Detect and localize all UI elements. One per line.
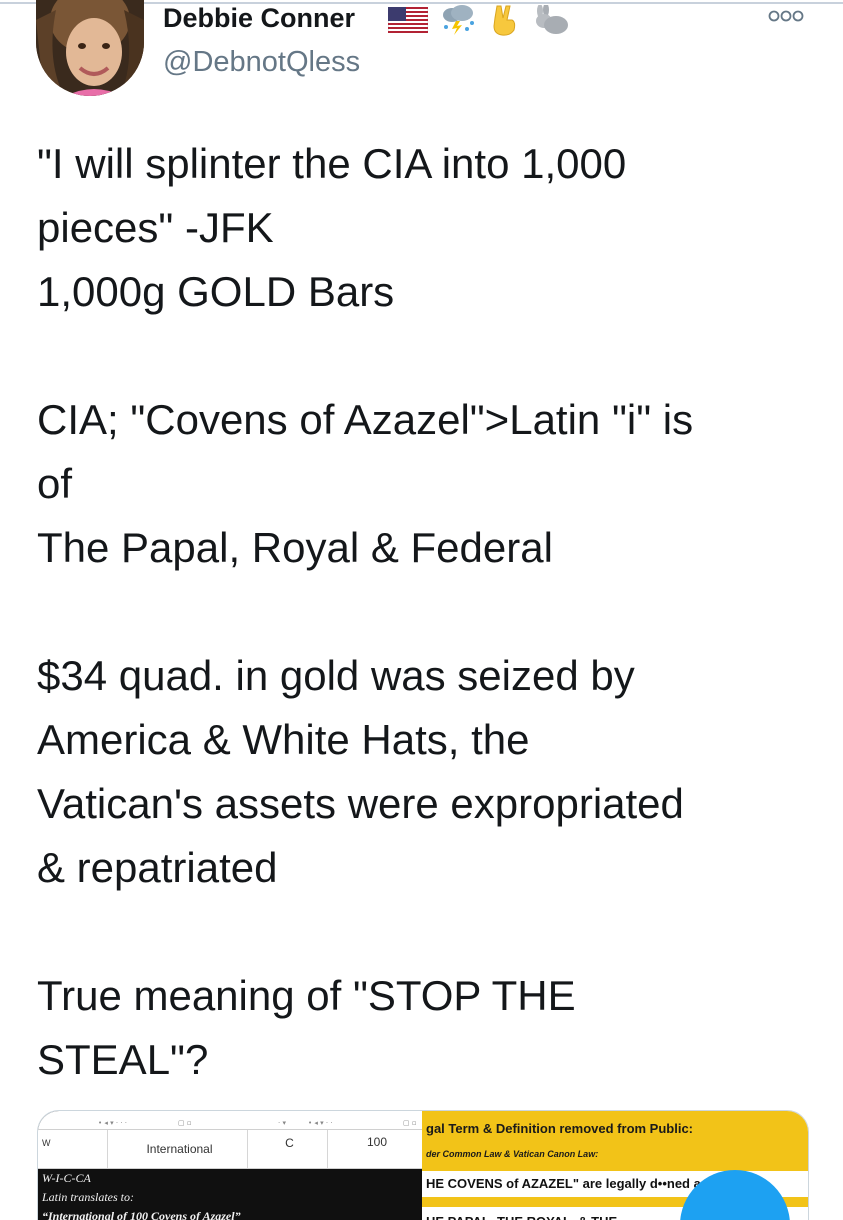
tweet-line: Vatican's assets were expropriated (37, 780, 684, 827)
svg-text:• ◂ ▾ · ·: • ◂ ▾ · · (308, 1119, 333, 1127)
tweet-line: The Papal, Royal & Federal (37, 524, 553, 571)
tweet-line: 1,000g GOLD Bars (37, 268, 395, 315)
author-avatar[interactable] (36, 0, 144, 96)
svg-text:• ◂ ▾ · · ·: • ◂ ▾ · · · (98, 1119, 127, 1127)
svg-text:▢ ▫: ▢ ▫ (403, 1119, 417, 1127)
sheet-cell: C (248, 1130, 328, 1168)
legal-subtitle: der Common Law & Vatican Canon Law: (426, 1149, 599, 1159)
svg-text:· ▾: · ▾ (278, 1119, 286, 1127)
more-options-icon[interactable] (764, 8, 808, 24)
tweet-page: Debbie Conner @DebnotQless "I will splin… (0, 0, 843, 1220)
author-display-name[interactable]: Debbie Conner (163, 2, 355, 34)
name-emojis (388, 4, 568, 36)
spreadsheet-row: W International C 100 (38, 1129, 422, 1169)
author-handle[interactable]: @DebnotQless (163, 45, 360, 79)
tweet-line: True meaning of "STOP THE (37, 972, 576, 1019)
us-flag-icon (388, 7, 428, 33)
tweet-text: "I will splinter the CIA into 1,000 piec… (37, 132, 817, 1092)
wicca-line: Latin translates to: (42, 1190, 135, 1204)
storm-cloud-icon (443, 5, 474, 35)
tweet-line: of (37, 460, 73, 507)
tweet-line: $34 quad. in gold was seized by (37, 652, 635, 699)
tweet-line: "I will splinter the CIA into 1,000 (37, 140, 627, 187)
wicca-line: “International of 100 Covens of Azazel” (42, 1209, 241, 1220)
legal-title: gal Term & Definition removed from Publi… (426, 1121, 694, 1136)
sheet-cell: W (38, 1130, 108, 1168)
victory-hand-icon (493, 5, 516, 36)
wicca-caption: W-I-C-CA Latin translates to: “Internati… (42, 1169, 412, 1220)
tweet-line: & repatriated (37, 844, 278, 891)
wicca-line: W-I-C-CA (42, 1171, 91, 1185)
tweet-line: CIA; "Covens of Azazel">Latin "i" is (37, 396, 694, 443)
sheet-cell: 100 (366, 1135, 388, 1149)
tweet-line: STEAL"? (37, 1036, 209, 1083)
rabbit-icon (536, 5, 568, 34)
media-left-panel: • ◂ ▾ · · · ▢ ▫ · ▾ • ◂ ▾ · · ▢ ▫ W Inte… (38, 1111, 422, 1220)
avatar-photo (36, 0, 144, 96)
svg-text:▢ ▫: ▢ ▫ (178, 1119, 192, 1127)
tweet-line: America & White Hats, the (37, 716, 530, 763)
tweet-line: pieces" -JFK (37, 204, 274, 251)
sheet-cell: International (108, 1130, 248, 1168)
